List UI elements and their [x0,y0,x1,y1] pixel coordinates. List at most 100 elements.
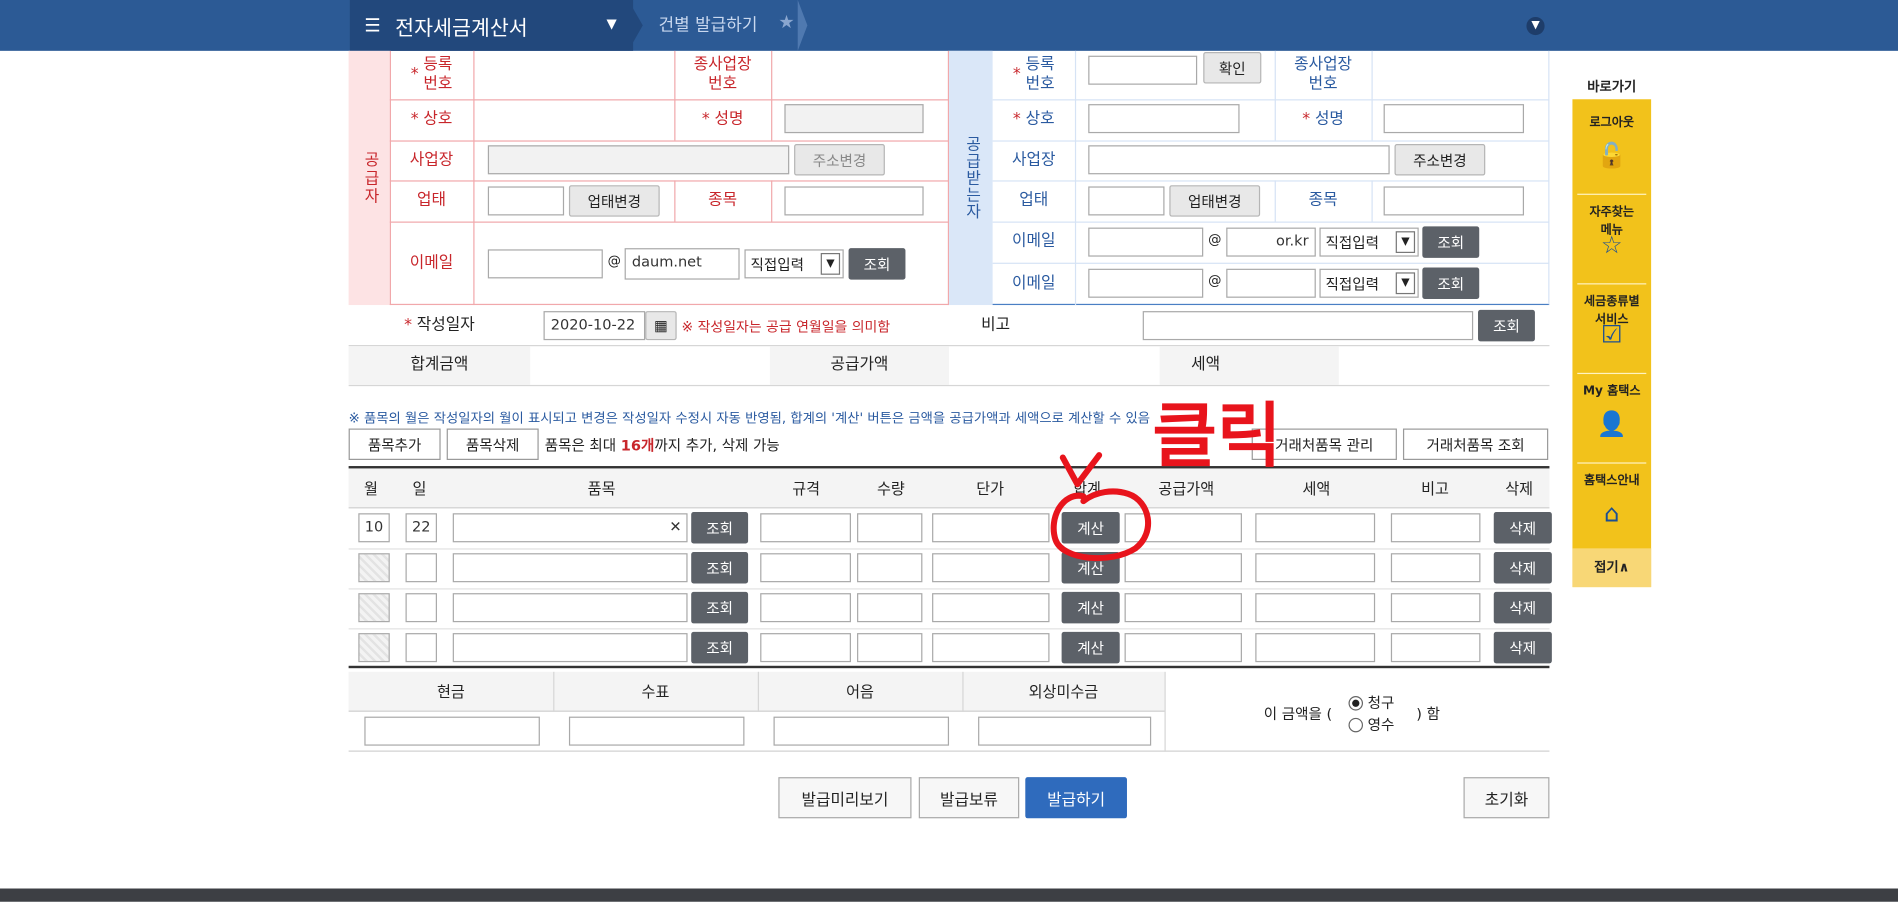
item-unit-price-field[interactable] [932,633,1050,663]
item-delete-button[interactable]: 삭제 [1493,591,1552,624]
item-lookup-button[interactable]: 조회 [691,631,749,664]
buyer-email2-lookup-button[interactable]: 조회 [1422,267,1480,299]
buyer-company-field[interactable] [1088,104,1240,134]
item-spec-field[interactable] [760,593,851,623]
item-remark-field[interactable] [1390,553,1481,583]
payment-amount-field[interactable] [773,716,950,746]
item-supply-field[interactable] [1124,593,1242,623]
item-qty-field[interactable] [857,593,923,623]
quick-menu-item[interactable]: 로그아웃 [1572,111,1651,129]
supplier-email-id-field[interactable] [487,249,603,279]
buyer-reg-no-field[interactable] [1088,55,1198,85]
item-unit-price-field[interactable] [932,513,1050,543]
item-name-field[interactable]: ✕ [452,513,688,543]
item-day-field[interactable] [405,633,437,663]
item-name-field[interactable] [452,633,688,663]
issue-button[interactable]: 발급하기 [1025,777,1127,819]
item-spec-field[interactable] [760,513,851,543]
item-supply-field[interactable] [1124,633,1242,663]
radio-receipt[interactable]: 영수 [1348,714,1394,735]
buyer-address-label: 사업장 [1012,150,1056,170]
item-day-field[interactable]: 22 [405,513,437,543]
payment-amount-field[interactable] [364,716,540,746]
item-tax-field[interactable] [1255,593,1376,623]
app-menu[interactable]: ☰ 전자세금계산서 ▼ [349,0,634,51]
item-qty-field[interactable] [857,633,923,663]
item-month-field[interactable]: 10 [358,513,390,543]
buyer-reg-no-confirm-button[interactable]: 확인 [1203,52,1262,84]
remark-lookup-button[interactable]: 조회 [1478,309,1535,342]
partner-item-lookup-button[interactable]: 거래처품목 조회 [1402,428,1549,460]
item-delete-button[interactable]: 삭제 [1493,631,1552,664]
item-tax-field[interactable] [1255,633,1376,663]
buyer-email-domain-select[interactable]: 직접입력 ▼ [1319,227,1419,257]
chevron-down-icon: ▼ [1395,272,1416,295]
supplier-email-lookup-button[interactable]: 조회 [848,248,906,280]
remark-field[interactable] [1142,311,1474,341]
delete-item-button[interactable]: 품목삭제 [446,428,539,460]
star-icon[interactable]: ★ [778,11,794,33]
supplier-email-domain-select[interactable]: 직접입력 ▼ [744,249,844,279]
item-remark-field[interactable] [1390,513,1481,543]
supplier-item-field[interactable] [784,186,924,216]
reset-button[interactable]: 초기화 [1463,777,1550,819]
item-remark-field[interactable] [1390,633,1481,663]
item-lookup-button[interactable]: 조회 [691,591,749,624]
quick-menu-fold-button[interactable]: 접기∧ [1572,548,1652,588]
item-spec-field[interactable] [760,553,851,583]
item-name-field[interactable] [452,593,688,623]
hold-button[interactable]: 발급보류 [918,777,1020,819]
buyer-email-lookup-button[interactable]: 조회 [1422,226,1480,258]
quick-menu-item[interactable]: 홈택스안내 [1572,470,1651,488]
supplier-address-change-button[interactable]: 주소변경 [794,144,885,176]
item-day-field[interactable] [405,593,437,623]
item-lookup-button[interactable]: 조회 [691,512,749,544]
supplier-address-field[interactable] [487,145,790,175]
calendar-icon[interactable]: ▦ [645,311,677,341]
item-qty-field[interactable] [857,513,923,543]
item-day-field[interactable] [405,553,437,583]
buyer-biz-type-field[interactable] [1088,186,1165,216]
supplier-email-domain-field[interactable]: daum.net [624,248,740,280]
buyer-email2-domain-field[interactable] [1226,268,1316,298]
supplier-biz-type-field[interactable] [487,186,565,216]
buyer-email-domain-field[interactable]: or.kr [1226,227,1316,257]
add-item-button[interactable]: 품목추가 [348,428,441,460]
item-qty-field[interactable] [857,553,923,583]
payment-amount-field[interactable] [568,716,745,746]
breadcrumb-current[interactable]: 건별 발급하기 [659,12,758,36]
buyer-address-change-button[interactable]: 주소변경 [1394,144,1486,176]
supplier-name-field[interactable] [784,104,924,134]
buyer-email-id-field[interactable] [1088,227,1204,257]
dropdown-caret-icon[interactable]: ▼ [606,16,616,32]
buyer-item-field[interactable] [1383,186,1525,216]
hamburger-icon[interactable]: ☰ [364,15,380,37]
supplier-biz-type-change-button[interactable]: 업태변경 [568,185,660,217]
preview-button[interactable]: 발급미리보기 [778,777,912,819]
item-calc-button[interactable]: 계산 [1061,591,1120,624]
item-unit-price-field[interactable] [932,553,1050,583]
buyer-name-field[interactable] [1383,104,1525,134]
item-name-field[interactable] [452,553,688,583]
radio-claim[interactable]: 청구 [1348,692,1394,713]
item-calc-button[interactable]: 계산 [1061,631,1120,664]
buyer-address-field[interactable] [1088,145,1390,175]
item-col-header: 일 [412,479,427,498]
item-month-field[interactable] [358,553,390,583]
item-spec-field[interactable] [760,633,851,663]
item-remark-field[interactable] [1390,593,1481,623]
buyer-email2-id-field[interactable] [1088,268,1204,298]
clear-icon[interactable]: ✕ [669,518,681,535]
payment-amount-field[interactable] [978,716,1152,746]
item-delete-button[interactable]: 삭제 [1493,551,1552,584]
item-month-field[interactable] [358,633,390,663]
item-month-field[interactable] [358,593,390,623]
quick-menu-item[interactable]: My 홈택스 [1572,380,1651,398]
item-lookup-button[interactable]: 조회 [691,551,749,584]
issue-date-field[interactable]: 2020-10-22 [543,311,646,341]
chevron-down-circle-icon[interactable]: ▼ [1526,16,1545,36]
buyer-email2-domain-select[interactable]: 직접입력 ▼ [1319,268,1419,298]
item-unit-price-field[interactable] [932,593,1050,623]
item-delete-button[interactable]: 삭제 [1493,512,1552,544]
buyer-biz-type-change-button[interactable]: 업태변경 [1169,185,1261,217]
